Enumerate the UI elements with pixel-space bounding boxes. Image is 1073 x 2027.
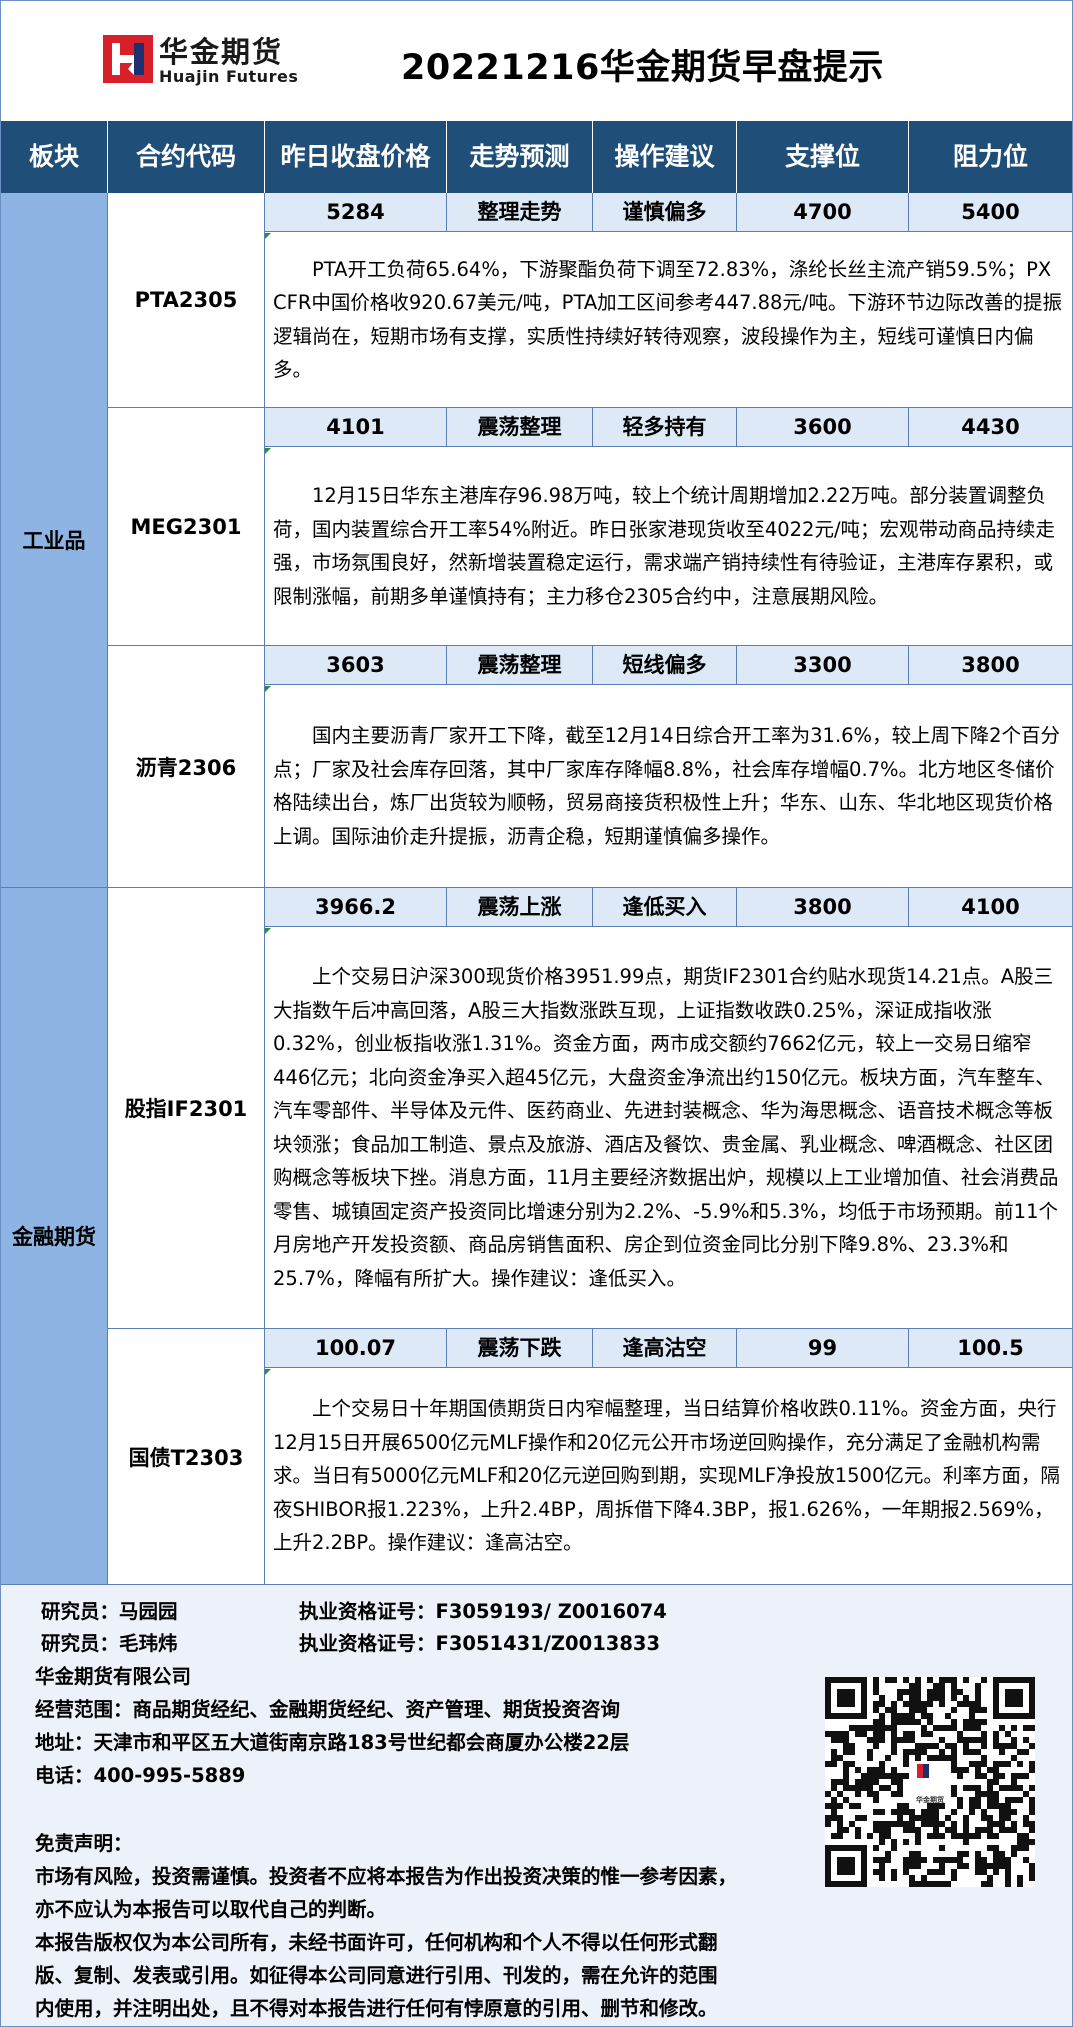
cell-comment-marker	[265, 928, 271, 934]
close-price-cell: 100.07	[265, 1329, 447, 1367]
brand-name-cn: 华金期货	[159, 35, 284, 69]
contract-code-cell: 国债T2303	[108, 1329, 265, 1585]
report-header: 华金期货 Huajin Futures 20221216华金期货早盘提示	[1, 1, 1072, 121]
analysis-text: 上个交易日十年期国债期货日内窄幅整理，当日结算价格收跌0.11%。资金方面，央行…	[273, 1397, 1060, 1555]
table-row: 3966.2 震荡上涨 逢低买入 3800 4100	[265, 888, 1072, 927]
cell-comment-marker	[265, 448, 271, 454]
column-header-advice: 操作建议	[593, 121, 737, 193]
cell-comment-marker	[265, 233, 271, 239]
resistance-cell: 100.5	[957, 1336, 1024, 1360]
close-price-cell: 3966.2	[265, 888, 447, 926]
analysis-text: 上个交易日沪深300现货价格3951.99点，期货IF2301合约贴水现货14.…	[273, 965, 1059, 1290]
close-price-cell: 5284	[265, 193, 447, 231]
analysis-text-cell: 12月15日华东主港库存96.98万吨，较上个统计周期增加2.22万吨。部分装置…	[265, 447, 1072, 646]
advice-cell: 短线偏多	[593, 646, 737, 684]
table-body: 工业品 金融期货 PTA2305 5284 整理走势 谨慎偏多 4700 540…	[1, 193, 1072, 1585]
analysis-text: PTA开工负荷65.64%，下游聚酯负荷下调至72.83%，涤纶长丝主流产销59…	[273, 257, 1062, 382]
support-cell: 3800	[737, 888, 909, 926]
contract-code-cell: PTA2305	[108, 193, 265, 408]
disclaimer-line: 亦不应认为本报告可以取代自己的判断。	[35, 1898, 387, 1921]
sector-cell-financial: 金融期货	[1, 888, 108, 1585]
researcher-name: 研究员：毛玮炜	[41, 1632, 178, 1655]
close-price-cell: 4101	[265, 408, 447, 446]
resistance-cell: 5400	[961, 200, 1020, 224]
disclaimer-title: 免责声明：	[35, 1832, 133, 1855]
qr-code[interactable]: 华金期货	[825, 1677, 1035, 1887]
advice-cell: 逢高沽空	[593, 1329, 737, 1367]
support-cell: 99	[737, 1329, 909, 1367]
close-price-cell: 3603	[265, 646, 447, 684]
analysis-text: 12月15日华东主港库存96.98万吨，较上个统计周期增加2.22万吨。部分装置…	[273, 484, 1056, 608]
analysis-text-cell: 国内主要沥青厂家开工下降，截至12月14日综合开工率为31.6%，较上周下降2个…	[265, 685, 1072, 888]
report-page: 华金期货 Huajin Futures 20221216华金期货早盘提示 板块 …	[0, 0, 1073, 2027]
table-header: 板块 合约代码 昨日收盘价格 走势预测 操作建议 支撑位 阻力位	[1, 121, 1072, 193]
brand-name-en: Huajin Futures	[159, 67, 299, 86]
cell-comment-marker	[265, 686, 271, 692]
support-cell: 3300	[737, 646, 909, 684]
table-row: 5284 整理走势 谨慎偏多 4700 5400	[265, 193, 1072, 232]
disclaimer-line: 本报告版权仅为本公司所有，未经书面许可，任何机构和个人不得以任何形式翻	[35, 1931, 718, 1954]
report-footer: 研究员：马园园 执业资格证号：F3059193/ Z0016074 研究员：毛玮…	[1, 1585, 1072, 2026]
resistance-cell: 4430	[961, 415, 1020, 439]
trend-cell: 震荡整理	[447, 646, 593, 684]
support-cell: 4700	[737, 193, 909, 231]
analysis-text: 国内主要沥青厂家开工下降，截至12月14日综合开工率为31.6%，较上周下降2个…	[273, 724, 1060, 848]
disclaimer-line: 版、复制、发表或引用。如征得本公司同意进行引用、刊发的，需在允许的范围	[35, 1964, 718, 1987]
column-header-code: 合约代码	[108, 121, 265, 193]
resistance-cell: 4100	[961, 895, 1020, 919]
advice-cell: 逢低买入	[593, 888, 737, 926]
table-row: 4101 震荡整理 轻多持有 3600 4430	[265, 408, 1072, 447]
qr-code-icon: 华金期货	[825, 1677, 1035, 1887]
advice-cell: 谨慎偏多	[593, 193, 737, 231]
qr-logo-text: 华金期货	[916, 1795, 944, 1804]
business-scope: 经营范围：商品期货经纪、金融期货经纪、资产管理、期货投资咨询	[35, 1698, 621, 1721]
table-row: 3603 震荡整理 短线偏多 3300 3800	[265, 646, 1072, 685]
researcher-name: 研究员：马园园	[41, 1600, 178, 1623]
contract-code-cell: MEG2301	[108, 408, 265, 646]
contract-code-cell: 股指IF2301	[108, 888, 265, 1329]
advice-cell: 轻多持有	[593, 408, 737, 446]
company-phone: 电话：400-995-5889	[35, 1764, 246, 1787]
resistance-cell: 3800	[961, 653, 1020, 677]
contract-code-cell: 沥青2306	[108, 646, 265, 888]
column-header-close: 昨日收盘价格	[265, 121, 447, 193]
sector-cell-industrial: 工业品	[1, 193, 108, 888]
researcher-license: 执业资格证号：F3059193/ Z0016074	[299, 1600, 667, 1623]
trend-cell: 震荡整理	[447, 408, 593, 446]
analysis-text-cell: PTA开工负荷65.64%，下游聚酯负荷下调至72.83%，涤纶长丝主流产销59…	[265, 232, 1072, 408]
column-header-trend: 走势预测	[447, 121, 593, 193]
disclaimer-line: 内使用，并注明出处，且不得对本报告进行任何有悖原意的引用、删节和修改。	[35, 1997, 718, 2020]
analysis-text-cell: 上个交易日沪深300现货价格3951.99点，期货IF2301合约贴水现货14.…	[265, 927, 1072, 1329]
trend-cell: 整理走势	[447, 193, 593, 231]
table-row: 100.07 震荡下跌 逢高沽空 99 100.5	[265, 1329, 1072, 1368]
company-address: 地址：天津市和平区五大道街南京路183号世纪都会商厦办公楼22层	[35, 1731, 630, 1754]
column-header-support: 支撑位	[737, 121, 909, 193]
column-header-resistance: 阻力位	[952, 142, 1028, 171]
huajin-logo-icon	[103, 35, 153, 83]
analysis-text-cell: 上个交易日十年期国债期货日内窄幅整理，当日结算价格收跌0.11%。资金方面，央行…	[265, 1368, 1072, 1585]
column-header-sector: 板块	[1, 121, 108, 193]
researcher-license: 执业资格证号：F3051431/Z0013833	[299, 1632, 661, 1655]
disclaimer-line: 市场有风险，投资需谨慎。投资者不应将本报告为作出投资决策的惟一参考因素，	[35, 1865, 738, 1888]
support-cell: 3600	[737, 408, 909, 446]
trend-cell: 震荡下跌	[447, 1329, 593, 1367]
trend-cell: 震荡上涨	[447, 888, 593, 926]
cell-comment-marker	[265, 1369, 271, 1375]
report-title: 20221216华金期货早盘提示	[401, 48, 884, 88]
company-name: 华金期货有限公司	[35, 1665, 192, 1688]
